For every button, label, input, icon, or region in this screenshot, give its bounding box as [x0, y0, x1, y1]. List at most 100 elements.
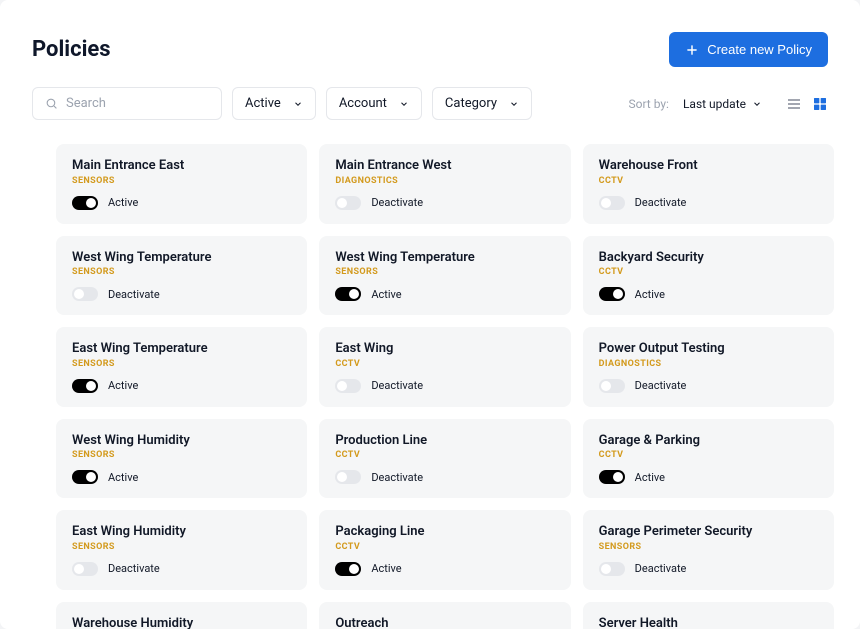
list-view-icon[interactable] — [786, 96, 802, 112]
policy-title: East Wing Humidity — [72, 524, 291, 540]
create-policy-button[interactable]: Create new Policy — [669, 32, 828, 67]
policy-category: CCTV — [599, 267, 818, 277]
filter-account-label: Account — [339, 96, 387, 111]
policy-toggle[interactable] — [599, 196, 625, 210]
policy-card: East WingCCTVDeactivate — [319, 327, 570, 407]
policy-state-label: Deactivate — [371, 379, 423, 392]
policy-category: DIAGNOSTICS — [599, 359, 818, 369]
policy-title: Warehouse Front — [599, 158, 818, 174]
policy-title: West Wing Humidity — [72, 433, 291, 449]
policy-toggle[interactable] — [599, 379, 625, 393]
page-title: Policies — [32, 37, 111, 62]
policy-state-label: Active — [371, 288, 401, 301]
filter-active-label: Active — [245, 96, 281, 111]
plus-icon — [685, 43, 699, 57]
filter-category-label: Category — [445, 96, 497, 111]
policy-card: Main Entrance East SENSORS Active — [56, 144, 307, 224]
policy-title: Main Entrance East — [72, 158, 291, 174]
chevron-down-icon — [399, 99, 409, 109]
policy-state-label: Deactivate — [108, 288, 160, 301]
policy-title: East Wing Temperature — [72, 341, 291, 357]
sort-value-label: Last update — [683, 97, 746, 111]
policy-toggle[interactable] — [72, 379, 98, 393]
policy-title: Garage & Parking — [599, 433, 818, 449]
filter-account[interactable]: Account — [326, 87, 422, 120]
policy-card: Backyard SecurityCCTV Active — [583, 236, 834, 316]
policy-card: Server HealthDIAGNOSTICSDeactivate — [583, 602, 834, 629]
policy-toggle[interactable] — [72, 287, 98, 301]
policy-toggle[interactable] — [335, 287, 361, 301]
search-input[interactable]: Search — [32, 87, 222, 120]
search-icon — [45, 97, 58, 110]
policy-toggle[interactable] — [72, 470, 98, 484]
sort-by-label: Sort by: — [628, 97, 669, 111]
sort-select[interactable]: Last update — [683, 97, 762, 111]
filter-active[interactable]: Active — [232, 87, 316, 120]
policy-card: West Wing HumiditySENSORS Active — [56, 419, 307, 499]
policy-title: Main Entrance West — [335, 158, 554, 174]
policy-category: SENSORS — [72, 267, 291, 277]
policy-state-label: Active — [108, 471, 138, 484]
policy-toggle[interactable] — [335, 379, 361, 393]
policy-card: East Wing Temperature SENSORS Active — [56, 327, 307, 407]
policy-toggle[interactable] — [335, 196, 361, 210]
policy-card: OutreachDIAGNOSTICSDeactivate — [319, 602, 570, 629]
policy-card: East Wing Humidity SENSORS Deactivate — [56, 510, 307, 590]
policy-category: CCTV — [335, 359, 554, 369]
policy-category: CCTV — [335, 450, 554, 460]
policy-grid: Main Entrance EastSENSORSActiveMain Entr… — [56, 144, 834, 629]
policy-category: SENSORS — [72, 450, 291, 460]
policy-card: Garage Perimeter Security SENSORS Deactiva… — [583, 510, 834, 590]
policy-category: SENSORS — [72, 359, 291, 369]
policy-card: West Wing TemperatureSENSORS Active — [319, 236, 570, 316]
policy-toggle[interactable] — [72, 562, 98, 576]
policy-card: Warehouse HumiditySENSORSDeactivate — [56, 602, 307, 629]
policy-category: CCTV — [599, 450, 818, 460]
policy-title: Packaging Line — [335, 524, 554, 540]
policy-state-label: Deactivate — [371, 196, 423, 209]
policy-category: SENSORS — [72, 176, 291, 186]
policy-state-label: Active — [635, 288, 665, 301]
policy-category: SENSORS — [599, 542, 818, 552]
policy-title: Production Line — [335, 433, 554, 449]
policy-toggle[interactable] — [72, 196, 98, 210]
chevron-down-icon — [752, 99, 762, 109]
policy-category: CCTV — [335, 542, 554, 552]
policy-category: SENSORS — [335, 267, 554, 277]
policy-state-label: Deactivate — [635, 379, 687, 392]
policy-card: Production LineCCTV Deactivate — [319, 419, 570, 499]
search-placeholder: Search — [66, 96, 106, 111]
policy-toggle[interactable] — [599, 287, 625, 301]
filter-category[interactable]: Category — [432, 87, 532, 120]
policy-category: CCTV — [599, 176, 818, 186]
chevron-down-icon — [509, 99, 519, 109]
policy-toggle[interactable] — [599, 562, 625, 576]
policy-title: West Wing Temperature — [335, 250, 554, 266]
create-policy-label: Create new Policy — [707, 42, 812, 57]
policy-toggle[interactable] — [335, 562, 361, 576]
policy-card: Power Output TestingDIAGNOSTICSDeactivat… — [583, 327, 834, 407]
policy-title: Backyard Security — [599, 250, 818, 266]
policy-state-label: Active — [635, 471, 665, 484]
policy-title: West Wing Temperature — [72, 250, 291, 266]
policy-title: Warehouse Humidity — [72, 616, 291, 629]
policy-card: Warehouse Front CCTV Deactivate — [583, 144, 834, 224]
grid-view-icon[interactable] — [812, 96, 828, 112]
policy-state-label: Deactivate — [635, 562, 687, 575]
policy-title: Outreach — [335, 616, 554, 629]
policy-card: West Wing TemperatureSENSORS Deactivate — [56, 236, 307, 316]
policy-state-label: Deactivate — [108, 562, 160, 575]
policy-state-label: Active — [371, 562, 401, 575]
policy-card: Garage & ParkingCCTV Active — [583, 419, 834, 499]
policy-title: Server Health — [599, 616, 818, 629]
policy-card: Packaging Line CCTV Active — [319, 510, 570, 590]
policy-state-label: Deactivate — [635, 196, 687, 209]
policy-title: Garage Perimeter Security — [599, 524, 818, 540]
policy-toggle[interactable] — [335, 470, 361, 484]
policy-toggle[interactable] — [599, 470, 625, 484]
policy-state-label: Active — [108, 379, 138, 392]
policy-state-label: Active — [108, 196, 138, 209]
policy-category: SENSORS — [72, 542, 291, 552]
policy-state-label: Deactivate — [371, 471, 423, 484]
policy-card: Main Entrance WestDIAGNOSTICSDeactivate — [319, 144, 570, 224]
